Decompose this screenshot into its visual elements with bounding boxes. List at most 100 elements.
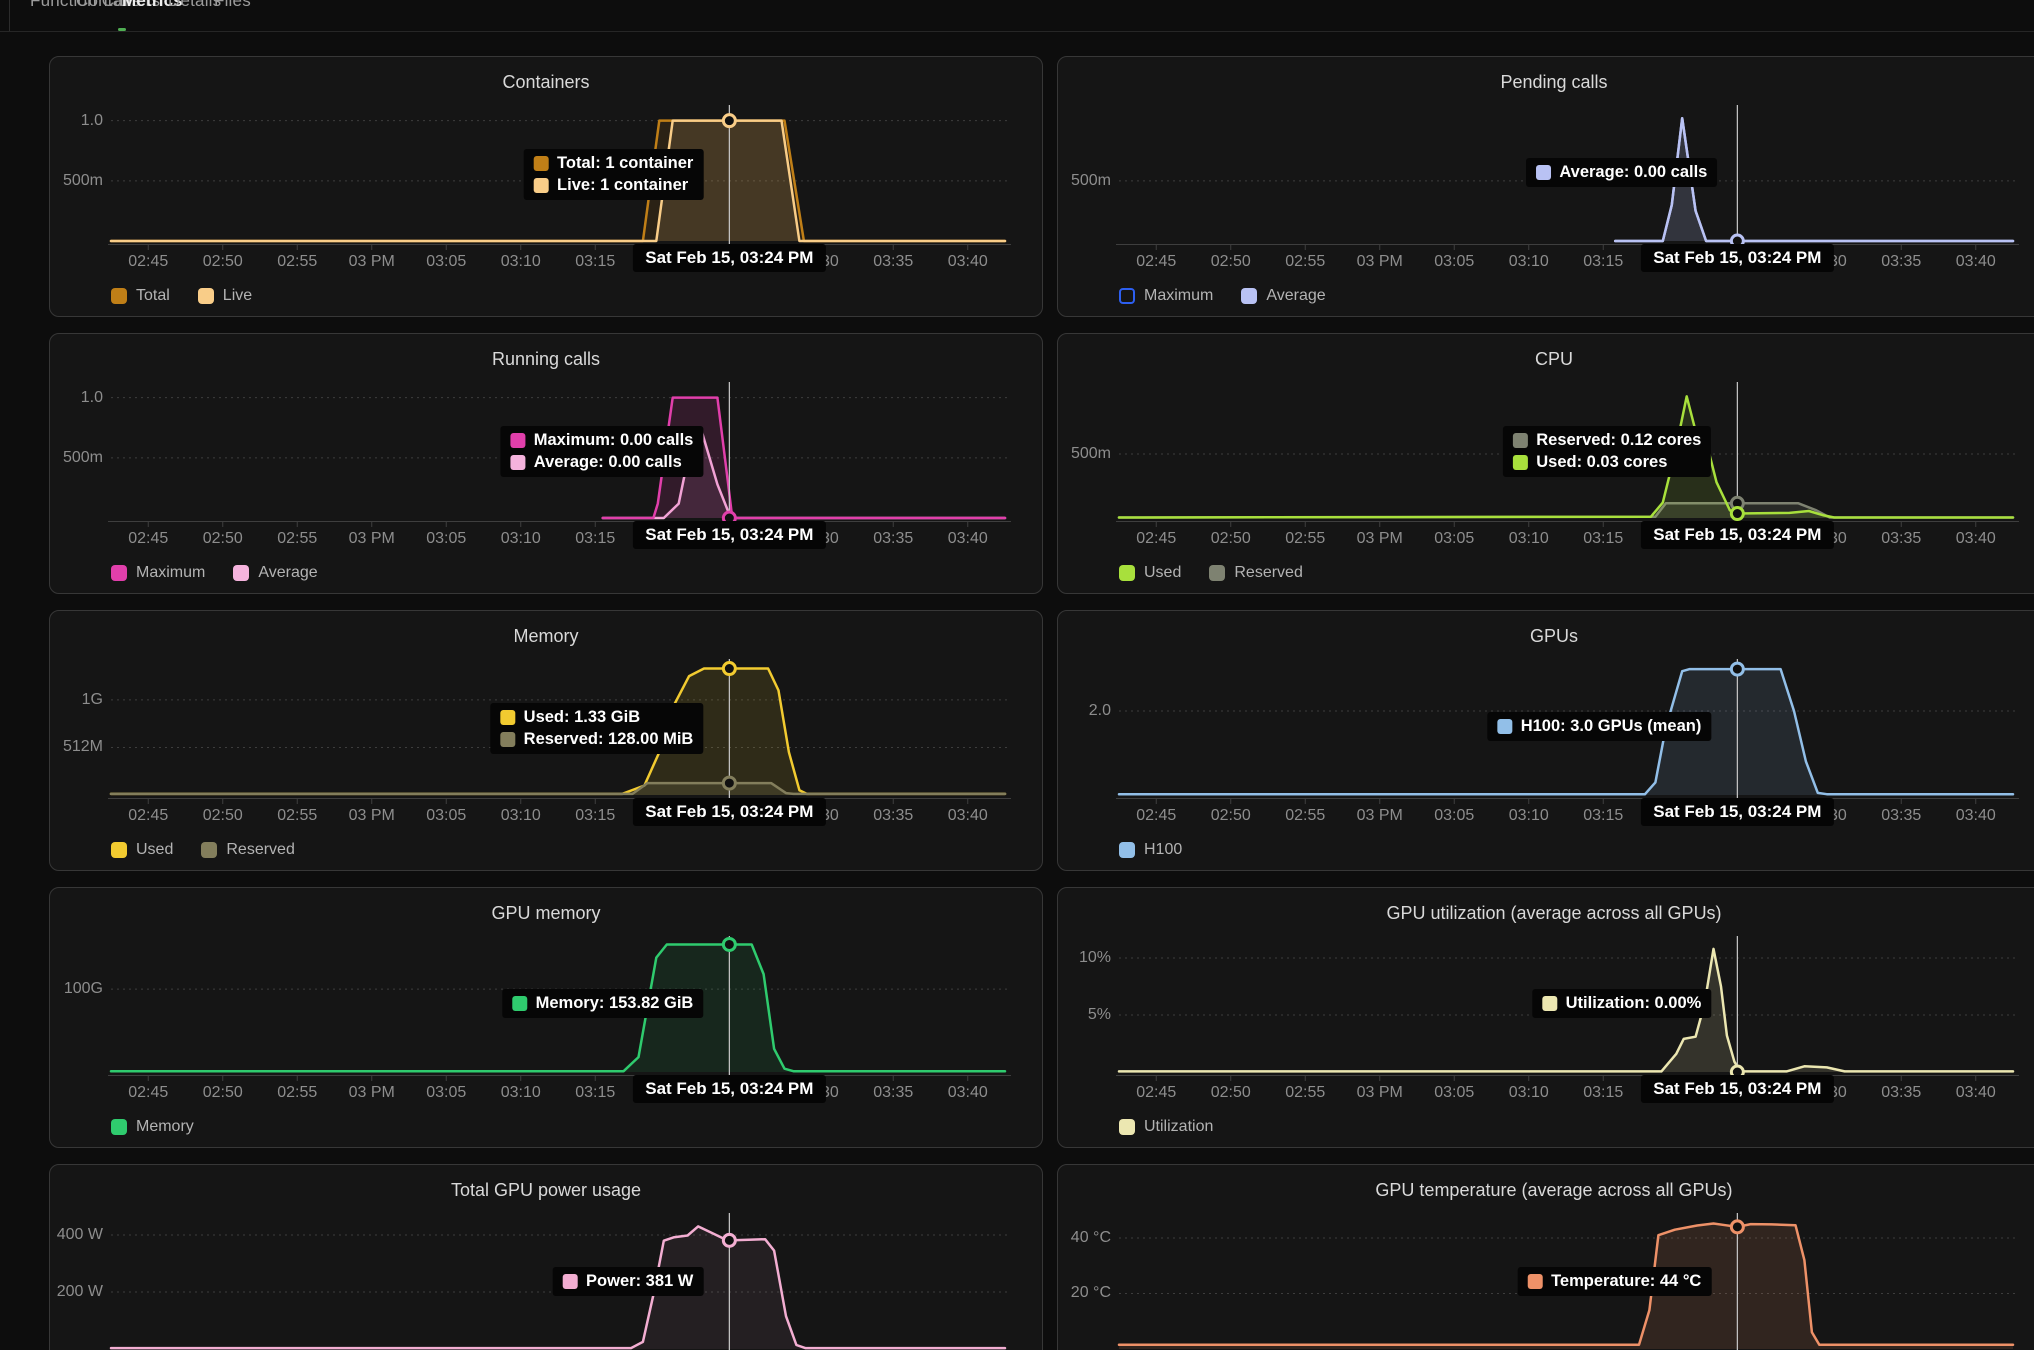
chart-plot[interactable]: 1.0500mMaximum: 0.00 callsAverage: 0.00 … — [50, 374, 1042, 528]
x-axis-label: 03:10 — [1509, 1084, 1549, 1102]
x-axis-label: 03:15 — [575, 530, 615, 548]
y-axis-label: 200 W — [55, 1283, 103, 1301]
tooltip-swatch — [511, 455, 526, 470]
y-axis-label: 40 °C — [1063, 1229, 1111, 1247]
legend-item-maximum[interactable]: Maximum — [1119, 287, 1213, 305]
axis-tooltip: Sat Feb 15, 03:24 PM — [1641, 1075, 1833, 1103]
chart-plot[interactable]: 1G512MUsed: 1.33 GiBReserved: 128.00 MiB — [50, 651, 1042, 805]
axis-tooltip: Sat Feb 15, 03:24 PM — [1641, 798, 1833, 826]
legend-item-reserved[interactable]: Reserved — [201, 841, 294, 859]
tooltip-row: Live: 1 container — [534, 176, 693, 195]
x-axis-label: 03:15 — [1583, 807, 1623, 825]
tooltip-swatch — [1513, 433, 1528, 448]
chart-legend: Used Reserved — [50, 839, 1042, 861]
x-axis-labels: 02:4502:5002:5503 PM03:0503:1003:1503:20… — [1058, 1082, 2034, 1106]
chart-legend: Used Reserved — [1058, 562, 2034, 584]
tooltip-row: Used: 1.33 GiB — [501, 708, 694, 727]
legend-item-reserved[interactable]: Reserved — [1209, 564, 1302, 582]
legend-item-maximum[interactable]: Maximum — [111, 564, 205, 582]
x-axis-labels: 02:4502:5002:5503 PM03:0503:1003:1503:20… — [1058, 528, 2034, 552]
legend-item-live[interactable]: Live — [198, 287, 252, 305]
axis-tooltip: Sat Feb 15, 03:24 PM — [633, 244, 825, 272]
tooltip-text: Total: 1 container — [557, 154, 693, 173]
x-axis-label: 03:15 — [1583, 253, 1623, 271]
legend-label: Maximum — [136, 564, 205, 582]
tooltip-row: H100: 3.0 GPUs (mean) — [1498, 717, 1702, 736]
tooltip-row: Average: 0.00 calls — [1536, 163, 1707, 182]
legend-item-used[interactable]: Used — [111, 841, 173, 859]
x-axis-label: 02:50 — [1211, 530, 1251, 548]
legend-item-total[interactable]: Total — [111, 287, 170, 305]
chart-title: CPU — [1058, 348, 2034, 374]
tab-bar: Function Calls Containers Metrics Detail… — [0, 0, 2034, 32]
y-axis-label: 2.0 — [1063, 702, 1111, 720]
y-axis-label: 1.0 — [55, 389, 103, 407]
chart-plot[interactable]: 10%5%Utilization: 0.00% — [1058, 928, 2034, 1082]
x-axis-label: 02:50 — [203, 1084, 243, 1102]
chart-card-cpu: CPU500mReserved: 0.12 coresUsed: 0.03 co… — [1057, 333, 2034, 594]
x-axis-label: 02:50 — [203, 253, 243, 271]
chart-card-gpu-memory: GPU memory100GMemory: 153.82 GiB02:4502:… — [49, 887, 1043, 1148]
x-axis-label: 03:05 — [426, 807, 466, 825]
value-tooltip: Memory: 153.82 GiB — [503, 989, 704, 1018]
chart-plot[interactable]: 500mAverage: 0.00 calls — [1058, 97, 2034, 251]
legend-swatch — [1119, 565, 1135, 581]
tooltip-swatch — [501, 710, 516, 725]
chart-title: Pending calls — [1058, 71, 2034, 97]
y-axis-label: 400 W — [55, 1226, 103, 1244]
x-axis-labels: 02:4502:5002:5503 PM03:0503:1003:1503:20… — [1058, 251, 2034, 275]
x-axis-label: 03:05 — [1434, 807, 1474, 825]
legend-item-utilization[interactable]: Utilization — [1119, 1118, 1213, 1136]
legend-swatch — [201, 842, 217, 858]
legend-item-used[interactable]: Used — [1119, 564, 1181, 582]
x-axis-label: 03:10 — [501, 530, 541, 548]
x-axis-label: 03 PM — [1357, 253, 1403, 271]
x-axis-label: 03:40 — [948, 253, 988, 271]
legend-swatch — [111, 1119, 127, 1135]
value-tooltip: Reserved: 0.12 coresUsed: 0.03 cores — [1503, 426, 1711, 477]
y-axis-label: 5% — [1063, 1006, 1111, 1024]
tooltip-text: Maximum: 0.00 calls — [534, 431, 694, 450]
tooltip-swatch — [1536, 165, 1551, 180]
tooltip-text: Average: 0.00 calls — [1559, 163, 1707, 182]
chart-card-memory: Memory1G512MUsed: 1.33 GiBReserved: 128.… — [49, 610, 1043, 871]
chart-card-running-calls: Running calls1.0500mMaximum: 0.00 callsA… — [49, 333, 1043, 594]
legend-swatch — [1119, 842, 1135, 858]
tooltip-swatch — [511, 433, 526, 448]
legend-item-average[interactable]: Average — [233, 564, 317, 582]
chart-legend: Maximum Average — [1058, 285, 2034, 307]
legend-swatch — [1241, 288, 1257, 304]
chart-plot[interactable]: 500mReserved: 0.12 coresUsed: 0.03 cores — [1058, 374, 2034, 528]
value-tooltip: Average: 0.00 calls — [1526, 158, 1717, 187]
tooltip-swatch — [513, 996, 528, 1011]
x-axis-label: 03 PM — [349, 530, 395, 548]
x-axis-label: 03:10 — [501, 1084, 541, 1102]
chart-plot[interactable]: 1.0500mTotal: 1 containerLive: 1 contain… — [50, 97, 1042, 251]
value-tooltip: Used: 1.33 GiBReserved: 128.00 MiB — [491, 703, 704, 754]
x-axis-label: 03:40 — [948, 530, 988, 548]
chart-title: GPU memory — [50, 902, 1042, 928]
tooltip-text: Power: 381 W — [586, 1272, 693, 1291]
x-axis-labels: 02:4502:5002:5503 PM03:0503:1003:1503:20… — [50, 805, 1042, 829]
x-axis-label: 03:10 — [1509, 253, 1549, 271]
legend-swatch — [1119, 1119, 1135, 1135]
chart-plot[interactable]: 400 W 200 W Power: 381 W — [50, 1205, 1042, 1350]
chart-title: Running calls — [50, 348, 1042, 374]
chart-legend: Maximum Average — [50, 562, 1042, 584]
hover-marker — [723, 777, 735, 789]
panel-left-border — [9, 0, 10, 31]
legend-item-memory[interactable]: Memory — [111, 1118, 194, 1136]
x-axis-label: 03:35 — [1881, 1084, 1921, 1102]
x-axis-label: 03:15 — [575, 253, 615, 271]
legend-item-h100[interactable]: H100 — [1119, 841, 1182, 859]
legend-item-average[interactable]: Average — [1241, 287, 1325, 305]
axis-tooltip: Sat Feb 15, 03:24 PM — [633, 798, 825, 826]
x-axis-label: 02:55 — [277, 807, 317, 825]
chart-plot[interactable]: 100GMemory: 153.82 GiB — [50, 928, 1042, 1082]
chart-plot[interactable]: 2.0 H100: 3.0 GPUs (mean) — [1058, 651, 2034, 805]
legend-label: H100 — [1144, 841, 1182, 859]
value-tooltip: Total: 1 container Live: 1 container — [524, 149, 703, 200]
x-axis-label: 02:50 — [203, 530, 243, 548]
chart-legend: Total Live — [50, 285, 1042, 307]
chart-plot[interactable]: 40 °C20 °CTemperature: 44 °C — [1058, 1205, 2034, 1350]
